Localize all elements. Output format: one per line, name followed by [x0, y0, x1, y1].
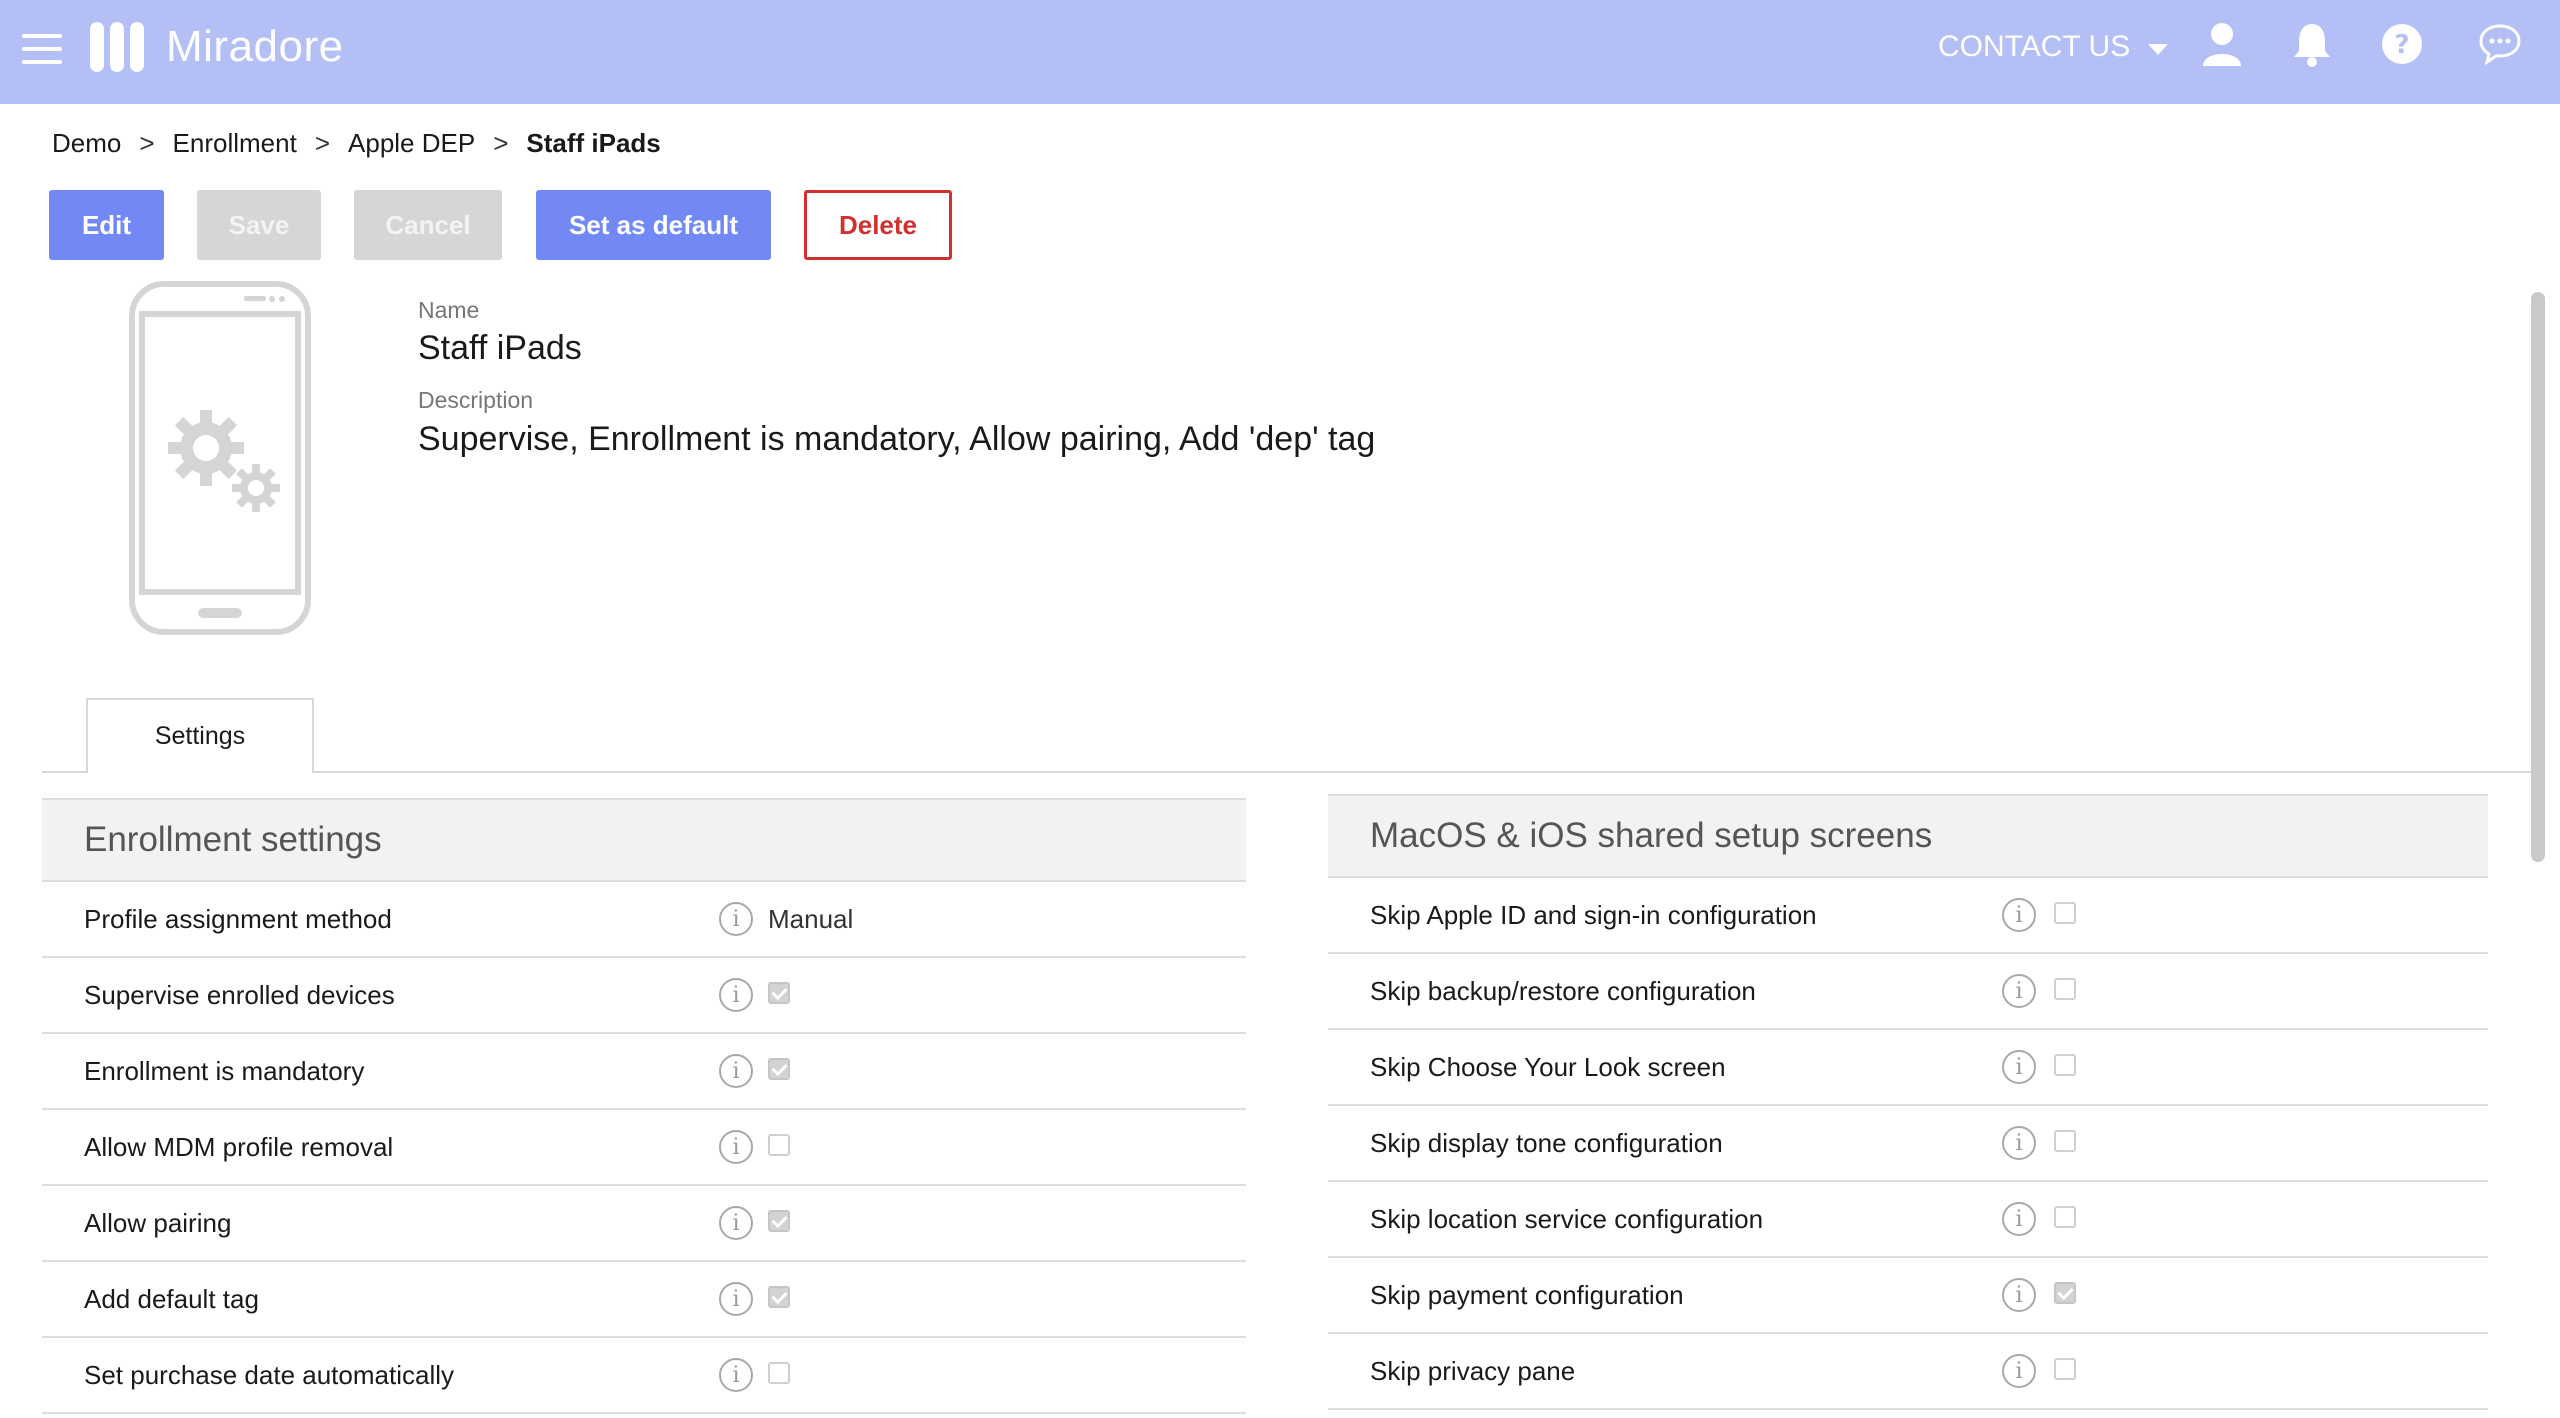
info-icon[interactable]: i	[719, 1054, 753, 1088]
breadcrumb-separator: >	[139, 128, 155, 158]
settings-row: Skip display tone configuration i	[1328, 1106, 2488, 1182]
user-icon[interactable]	[2200, 20, 2244, 68]
brand-name[interactable]: Miradore	[166, 22, 344, 72]
info-icon[interactable]: i	[2002, 1278, 2036, 1312]
setting-checkbox[interactable]	[2054, 1358, 2076, 1380]
breadcrumb-separator: >	[493, 128, 509, 158]
settings-row: Skip privacy pane i	[1328, 1334, 2488, 1410]
chevron-down-icon	[2148, 43, 2169, 55]
setting-label: Allow pairing	[84, 1208, 232, 1238]
setup-screens-panel: MacOS & iOS shared setup screens Skip Ap…	[1328, 794, 2488, 1410]
setting-value: Manual	[768, 904, 854, 934]
setting-label: Skip backup/restore configuration	[1370, 976, 1756, 1006]
save-button[interactable]: Save	[197, 190, 321, 260]
setting-checkbox[interactable]	[2054, 1054, 2076, 1076]
description-label: Description	[418, 387, 534, 413]
bell-icon[interactable]	[2290, 20, 2334, 68]
setting-label: Allow MDM profile removal	[84, 1132, 394, 1162]
breadcrumb-demo[interactable]: Demo	[52, 128, 121, 159]
tab-settings[interactable]: Settings	[86, 698, 314, 773]
device-profile-icon	[128, 280, 312, 636]
setting-label: Skip display tone configuration	[1370, 1128, 1723, 1158]
breadcrumb-current: Staff iPads	[526, 128, 661, 158]
setting-label: Enrollment is mandatory	[84, 1056, 365, 1086]
settings-row: Allow MDM profile removal i	[42, 1110, 1246, 1186]
setting-label: Skip privacy pane	[1370, 1356, 1576, 1386]
breadcrumb-apple-dep[interactable]: Apple DEP	[348, 128, 475, 159]
info-icon[interactable]: i	[2002, 974, 2036, 1008]
help-icon[interactable]: ?	[2380, 20, 2424, 68]
enrollment-settings-title: Enrollment settings	[42, 798, 1246, 882]
settings-row: Skip location service configuration i	[1328, 1182, 2488, 1258]
setting-label: Supervise enrolled devices	[84, 980, 395, 1010]
info-icon[interactable]: i	[2002, 898, 2036, 932]
top-bar: Miradore CONTACT US ?	[0, 0, 2560, 104]
breadcrumb: Demo > Enrollment > Apple DEP > Staff iP…	[52, 128, 661, 159]
setting-label: Profile assignment method	[84, 904, 392, 934]
settings-row: Set purchase date automatically i	[42, 1338, 1246, 1414]
info-icon[interactable]: i	[719, 978, 753, 1012]
svg-text:?: ?	[2394, 30, 2409, 60]
cancel-button[interactable]: Cancel	[354, 190, 502, 260]
setting-checkbox[interactable]	[2054, 902, 2076, 924]
set-as-default-button[interactable]: Set as default	[536, 190, 771, 260]
setting-label: Set purchase date automatically	[84, 1360, 454, 1390]
settings-row: Skip backup/restore configuration i	[1328, 954, 2488, 1030]
tab-bar-divider	[42, 771, 2532, 773]
settings-row: Skip payment configuration i	[1328, 1258, 2488, 1334]
breadcrumb-separator: >	[314, 128, 331, 158]
setup-screens-title: MacOS & iOS shared setup screens	[1328, 794, 2488, 878]
info-icon[interactable]: i	[2002, 1050, 2036, 1084]
info-icon[interactable]: i	[2002, 1126, 2036, 1160]
chat-icon[interactable]	[2478, 20, 2522, 68]
setting-label: Add default tag	[84, 1284, 259, 1314]
setting-checkbox[interactable]	[2054, 1282, 2076, 1304]
setting-checkbox[interactable]	[768, 982, 790, 1004]
setting-checkbox[interactable]	[768, 1134, 790, 1156]
settings-row: Profile assignment method i Manual	[42, 882, 1246, 958]
setting-checkbox[interactable]	[2054, 1206, 2076, 1228]
settings-row: Allow pairing i	[42, 1186, 1246, 1262]
info-icon[interactable]: i	[719, 1130, 753, 1164]
setting-checkbox[interactable]	[2054, 1130, 2076, 1152]
info-icon[interactable]: i	[719, 902, 753, 936]
miradore-logo-icon[interactable]	[90, 22, 144, 72]
settings-row: Skip Apple ID and sign-in configuration i	[1328, 878, 2488, 954]
setting-label: Skip Apple ID and sign-in configuration	[1370, 900, 1817, 930]
name-label: Name	[418, 297, 480, 323]
setting-checkbox[interactable]	[768, 1058, 790, 1080]
breadcrumb-enrollment[interactable]: Enrollment	[173, 128, 297, 159]
hamburger-menu-icon[interactable]	[22, 34, 62, 68]
setting-label: Skip location service configuration	[1370, 1204, 1764, 1234]
contact-us-menu[interactable]: CONTACT US	[1938, 30, 2169, 64]
settings-row: Add default tag i	[42, 1262, 1246, 1338]
delete-button[interactable]: Delete	[804, 190, 952, 260]
info-icon[interactable]: i	[2002, 1354, 2036, 1388]
info-icon[interactable]: i	[2002, 1202, 2036, 1236]
info-icon[interactable]: i	[719, 1282, 753, 1316]
profile-description: Supervise, Enrollment is mandatory, Allo…	[418, 420, 1376, 458]
profile-name: Staff iPads	[418, 329, 582, 367]
setting-label: Skip payment configuration	[1370, 1280, 1684, 1310]
settings-row: Skip Choose Your Look screen i	[1328, 1030, 2488, 1106]
scrollbar-thumb[interactable]	[2531, 292, 2545, 862]
contact-us-label: CONTACT US	[1938, 30, 2131, 63]
enrollment-settings-panel: Enrollment settings Profile assignment m…	[42, 798, 1246, 1414]
setting-checkbox[interactable]	[768, 1210, 790, 1232]
setting-checkbox[interactable]	[2054, 978, 2076, 1000]
info-icon[interactable]: i	[719, 1358, 753, 1392]
settings-row: Supervise enrolled devices i	[42, 958, 1246, 1034]
setting-checkbox[interactable]	[768, 1286, 790, 1308]
info-icon[interactable]: i	[719, 1206, 753, 1240]
setting-label: Skip Choose Your Look screen	[1370, 1052, 1726, 1082]
settings-row: Enrollment is mandatory i	[42, 1034, 1246, 1110]
setting-checkbox[interactable]	[768, 1362, 790, 1384]
edit-button[interactable]: Edit	[49, 190, 164, 260]
